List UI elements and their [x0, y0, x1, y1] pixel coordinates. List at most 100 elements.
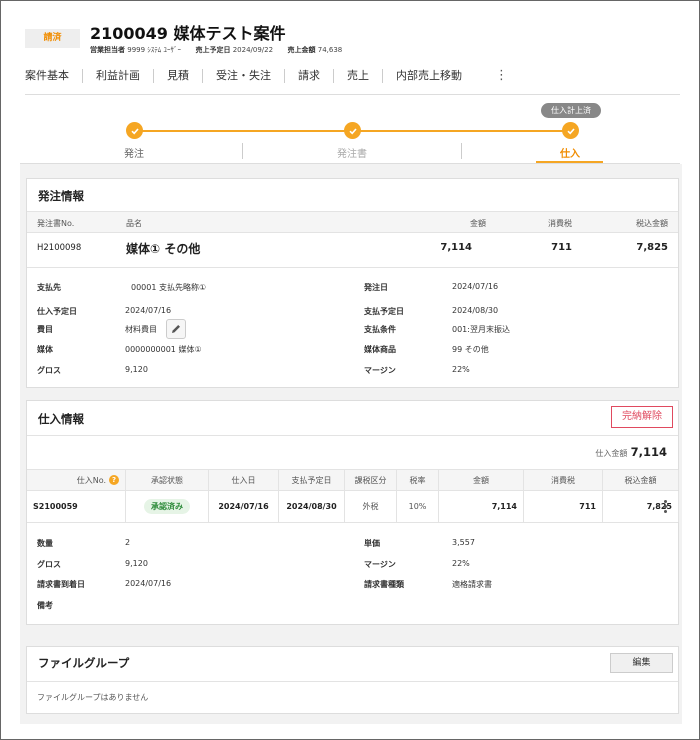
margin-label: マージン [364, 366, 396, 375]
purchase-tax: 711 [524, 491, 603, 522]
tab-profit-plan[interactable]: 利益計画 [83, 69, 154, 83]
col-pay-date: 支払予定日 [279, 470, 345, 490]
unit-price-label: 単価 [364, 539, 380, 548]
tab-project-basic[interactable]: 案件基本 [25, 69, 83, 83]
edit-button[interactable]: 編集 [610, 653, 673, 673]
margin-label: マージン [364, 560, 396, 569]
col-item-name: 品名 [126, 219, 142, 228]
title-divider [27, 681, 678, 682]
purchase-table-header: 仕入No. ? 承認状態 仕入日 支払予定日 課税区分 税率 金額 消費税 税込… [27, 469, 679, 491]
po-number: H2100098 [37, 243, 82, 253]
order-tax: 711 [551, 242, 572, 253]
approved-badge: 承認済み [144, 499, 190, 514]
margin-value: 22% [452, 559, 470, 568]
help-icon[interactable]: ? [109, 475, 119, 485]
tab-internal-transfer[interactable]: 内部売上移動 [383, 69, 475, 83]
col-purchase-no: 仕入No. ? [27, 470, 126, 490]
col-tax-rate: 税率 [397, 470, 439, 490]
planned-purchase-date-value: 2024/07/16 [125, 306, 172, 315]
gross-label: グロス [37, 366, 61, 375]
step-order-check-icon [126, 122, 143, 139]
sales-rep-label: 営業担当者 [90, 46, 125, 54]
col-amount: 金額 [470, 219, 486, 228]
approval-cell: 承認済み [126, 491, 209, 522]
invoice-arrival-label: 請求書到着日 [37, 580, 85, 589]
order-info-panel: 発注情報 発注書No. 品名 金額 消費税 税込金額 H2100098 媒体① … [26, 178, 679, 388]
tax-rate: 10% [397, 491, 439, 522]
purchase-total: 仕入金額 7,114 [595, 445, 667, 459]
step-status-badge: 仕入計上済 [541, 103, 601, 118]
file-group-panel: ファイルグループ ファイルグループはありません [26, 646, 679, 714]
step-purchase-check-icon [562, 122, 579, 139]
tab-bar: 案件基本 利益計画 見積 受注・失注 請求 売上 内部売上移動 ⋮ [25, 64, 508, 88]
sales-amount-value: 74,638 [317, 46, 343, 54]
purchase-total-label: 仕入金額 [595, 449, 628, 458]
tab-divider [25, 94, 680, 95]
unit-price-value: 3,557 [452, 538, 475, 547]
order-amount: 7,114 [440, 242, 472, 253]
purchase-total-value: 7,114 [630, 445, 667, 459]
order-total: 7,825 [636, 242, 668, 253]
step-po[interactable]: 発注書 [312, 145, 392, 160]
tab-order[interactable]: 受注・失注 [203, 69, 285, 83]
col-tax: 消費税 [524, 470, 603, 490]
quantity-label: 数量 [37, 539, 53, 548]
media-value: 0000000001 媒体① [125, 345, 202, 354]
purchase-info-title: 仕入情報 [38, 412, 84, 426]
payment-terms-label: 支払条件 [364, 325, 396, 334]
col-amount: 金額 [439, 470, 524, 490]
col-tax-type: 課税区分 [345, 470, 397, 490]
expense-item-label: 費目 [37, 325, 53, 334]
payment-due-value: 2024/08/30 [452, 306, 499, 315]
step-purchase[interactable]: 仕入 [530, 145, 610, 160]
payee-label: 支払先 [37, 283, 61, 292]
edit-expense-button[interactable] [166, 319, 186, 339]
gross-label: グロス [37, 560, 61, 569]
tab-estimate[interactable]: 見積 [154, 69, 203, 83]
empty-message: ファイルグループはありません [37, 693, 149, 702]
purchase-no: S2100059 [27, 491, 126, 522]
pay-date: 2024/08/30 [279, 491, 345, 522]
tab-billing[interactable]: 請求 [285, 69, 334, 83]
media-product-value: 99 その他 [452, 345, 489, 354]
order-info-title: 発注情報 [38, 189, 84, 203]
order-date-value: 2024/07/16 [452, 282, 499, 291]
col-total: 税込金額 [603, 470, 679, 490]
invoice-type-value: 適格請求書 [452, 580, 492, 589]
more-tabs-icon[interactable]: ⋮ [475, 69, 508, 83]
pencil-icon [172, 325, 180, 333]
sales-date-value: 2024/09/22 [232, 46, 274, 54]
row-actions-icon[interactable] [653, 491, 678, 522]
step-divider [242, 143, 243, 159]
invoice-type-label: 請求書種類 [364, 580, 404, 589]
sales-date-label: 売上予定日 [195, 46, 231, 54]
invoice-arrival-value: 2024/07/16 [125, 579, 172, 588]
media-label: 媒体 [37, 345, 53, 354]
table-row[interactable]: S2100059 承認済み 2024/07/16 2024/08/30 外税 1… [27, 491, 679, 523]
order-table-header: 発注書No. 品名 金額 消費税 税込金額 [27, 211, 678, 233]
expense-item-value: 材料費目 [125, 325, 157, 334]
purchase-info-panel: 仕入情報 仕入金額 7,114 仕入No. ? 承認状態 仕入日 支払予定日 課… [26, 400, 679, 625]
project-meta: 営業担当者 9999 ｼｽﾃﾑ ﾕｰｻﾞｰ 売上予定日 2024/09/22 売… [90, 45, 342, 55]
margin-value: 22% [452, 365, 470, 374]
sales-amount-label: 売上金額 [287, 46, 316, 54]
purchase-date: 2024/07/16 [209, 491, 279, 522]
step-connector-1 [134, 130, 352, 132]
col-total: 税込金額 [636, 219, 668, 228]
payment-due-label: 支払予定日 [364, 307, 404, 316]
payee-value: 00001 支払先略称① [131, 283, 207, 292]
purchase-amount: 7,114 [439, 491, 524, 522]
step-order[interactable]: 発注 [94, 145, 174, 160]
order-date-label: 発注日 [364, 283, 388, 292]
col-po-no: 発注書No. [37, 219, 75, 228]
remarks-label: 備考 [37, 601, 53, 610]
tax-type: 外税 [345, 491, 397, 522]
col-purchase-no-label: 仕入No. [76, 475, 106, 485]
tab-sales[interactable]: 売上 [334, 69, 383, 83]
item-name: 媒体① その他 [126, 242, 201, 256]
step-divider [461, 143, 462, 159]
cancel-completion-button[interactable]: 完納解除 [611, 406, 673, 428]
gross-value: 9,120 [125, 559, 148, 568]
col-approval: 承認状態 [126, 470, 209, 490]
sales-rep-value: 9999 ｼｽﾃﾑ ﾕｰｻﾞｰ [127, 46, 181, 54]
